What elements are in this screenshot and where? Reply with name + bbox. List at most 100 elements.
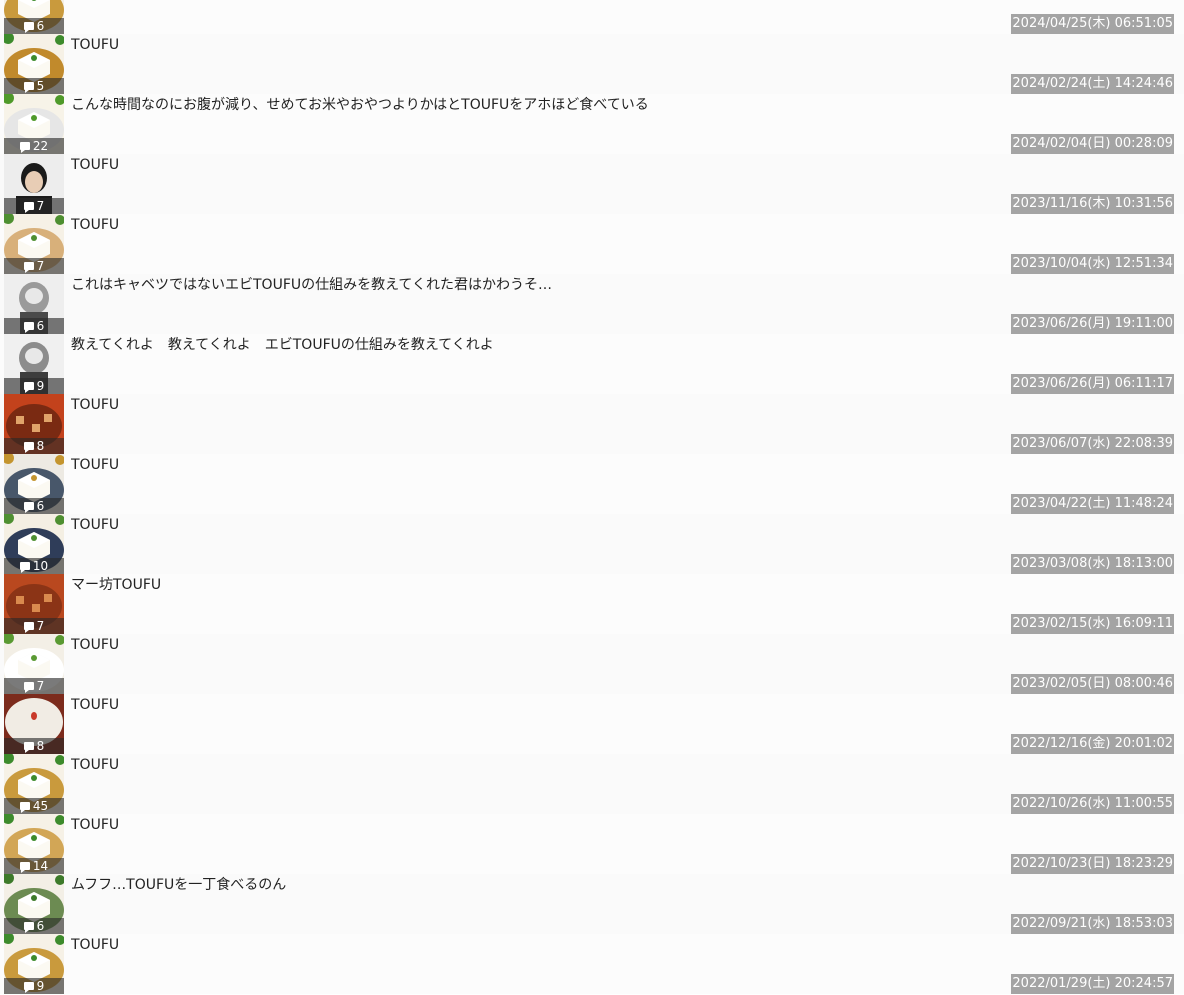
- post-date: 2023/03/08(水) 18:13:00: [1011, 554, 1174, 574]
- post-date: 2024/02/04(日) 00:28:09: [1011, 134, 1174, 154]
- post-date: 2023/10/04(水) 12:51:34: [1011, 254, 1174, 274]
- comment-icon: [23, 22, 34, 33]
- post-thumbnail[interactable]: 45: [4, 754, 64, 814]
- post-list: 6 2024/04/25(木) 06:51:05 5 TOUFU 2024/02/24(…: [0, 0, 1184, 995]
- comment-icon: [23, 442, 34, 453]
- comment-count-value: 6: [36, 499, 45, 513]
- post-thumbnail[interactable]: 6: [4, 454, 64, 514]
- post-title[interactable]: マー坊TOUFU: [71, 576, 161, 594]
- post-thumbnail[interactable]: 14: [4, 814, 64, 874]
- comment-icon: [23, 262, 34, 273]
- comment-count: 5: [4, 78, 64, 94]
- comment-icon: [19, 802, 30, 813]
- post-thumbnail[interactable]: 7: [4, 634, 64, 694]
- post-row[interactable]: 9 教えてくれよ 教えてくれよ エビTOUFUの仕組みを教えてくれよ 2023/06…: [0, 334, 1184, 394]
- post-row[interactable]: 6 ムフフ…TOUFUを一丁食べるのん 2022/09/21(水) 18:53:03: [0, 874, 1184, 934]
- comment-count-value: 7: [36, 199, 45, 213]
- comment-count-value: 10: [32, 559, 49, 573]
- post-row[interactable]: 9 TOUFU 2022/01/29(土) 20:24:57: [0, 934, 1184, 994]
- post-row[interactable]: 7 TOUFU 2023/10/04(水) 12:51:34: [0, 214, 1184, 274]
- comment-count: 14: [4, 858, 64, 874]
- post-title[interactable]: これはキャベツではないエビTOUFUの仕組みを教えてくれた君はかわうそ…: [71, 276, 552, 294]
- comment-count: 9: [4, 978, 64, 994]
- post-date: 2024/02/24(土) 14:24:46: [1011, 74, 1174, 94]
- post-thumbnail[interactable]: 6: [4, 0, 64, 34]
- post-date: 2022/10/26(水) 11:00:55: [1011, 794, 1174, 814]
- post-title[interactable]: TOUFU: [71, 636, 119, 654]
- post-thumbnail[interactable]: 8: [4, 394, 64, 454]
- post-title[interactable]: こんな時間なのにお腹が減り、せめてお米やおやつよりかはとTOUFUをアホほど食べ…: [71, 96, 649, 114]
- post-row[interactable]: 22 こんな時間なのにお腹が減り、せめてお米やおやつよりかはとTOUFUをアホほど…: [0, 94, 1184, 154]
- post-row[interactable]: 6 TOUFU 2023/04/22(土) 11:48:24: [0, 454, 1184, 514]
- post-title[interactable]: TOUFU: [71, 36, 119, 54]
- post-thumbnail[interactable]: 8: [4, 694, 64, 754]
- post-title[interactable]: TOUFU: [71, 696, 119, 714]
- comment-count-value: 14: [32, 859, 49, 873]
- post-thumbnail[interactable]: 22: [4, 94, 64, 154]
- comment-count: 8: [4, 738, 64, 754]
- post-thumbnail[interactable]: 9: [4, 934, 64, 994]
- comment-count: 7: [4, 258, 64, 274]
- comment-count: 6: [4, 918, 64, 934]
- comment-count-value: 8: [36, 439, 45, 453]
- comment-icon: [23, 742, 34, 753]
- post-date: 2024/04/25(木) 06:51:05: [1011, 14, 1174, 34]
- comment-count-value: 9: [36, 979, 45, 993]
- post-row[interactable]: 5 TOUFU 2024/02/24(土) 14:24:46: [0, 34, 1184, 94]
- post-row[interactable]: 6 これはキャベツではないエビTOUFUの仕組みを教えてくれた君はかわうそ… 202…: [0, 274, 1184, 334]
- comment-count: 8: [4, 438, 64, 454]
- post-title[interactable]: ムフフ…TOUFUを一丁食べるのん: [71, 876, 286, 894]
- post-row[interactable]: 7 マー坊TOUFU 2023/02/15(水) 16:09:11: [0, 574, 1184, 634]
- comment-count: 10: [4, 558, 64, 574]
- post-thumbnail[interactable]: 6: [4, 274, 64, 334]
- post-date: 2023/11/16(木) 10:31:56: [1011, 194, 1174, 214]
- comment-count-value: 22: [32, 139, 49, 153]
- comment-count: 6: [4, 18, 64, 34]
- comment-count: 7: [4, 198, 64, 214]
- comment-count-value: 8: [36, 739, 45, 753]
- comment-icon: [23, 982, 34, 993]
- comment-count: 22: [4, 138, 64, 154]
- comment-count: 6: [4, 498, 64, 514]
- comment-icon: [23, 502, 34, 513]
- comment-count: 9: [4, 378, 64, 394]
- post-thumbnail[interactable]: 10: [4, 514, 64, 574]
- comment-icon: [23, 202, 34, 213]
- post-title[interactable]: TOUFU: [71, 456, 119, 474]
- post-row[interactable]: 6 2024/04/25(木) 06:51:05: [0, 0, 1184, 34]
- post-row[interactable]: 10 TOUFU 2023/03/08(水) 18:13:00: [0, 514, 1184, 574]
- comment-count: 6: [4, 318, 64, 334]
- comment-count-value: 7: [36, 679, 45, 693]
- post-row[interactable]: 14 TOUFU 2022/10/23(日) 18:23:29: [0, 814, 1184, 874]
- post-title[interactable]: TOUFU: [71, 936, 119, 954]
- comment-count: 7: [4, 678, 64, 694]
- post-date: 2023/06/26(月) 06:11:17: [1011, 374, 1174, 394]
- post-row[interactable]: 7 TOUFU 2023/11/16(木) 10:31:56: [0, 154, 1184, 214]
- post-thumbnail[interactable]: 7: [4, 214, 64, 274]
- post-thumbnail[interactable]: 5: [4, 34, 64, 94]
- post-title[interactable]: TOUFU: [71, 156, 119, 174]
- post-title[interactable]: TOUFU: [71, 756, 119, 774]
- post-title[interactable]: TOUFU: [71, 396, 119, 414]
- post-date: 2022/12/16(金) 20:01:02: [1011, 734, 1174, 754]
- post-title[interactable]: TOUFU: [71, 216, 119, 234]
- comment-count-value: 7: [36, 619, 45, 633]
- post-row[interactable]: 7 TOUFU 2023/02/05(日) 08:00:46: [0, 634, 1184, 694]
- post-thumbnail[interactable]: 9: [4, 334, 64, 394]
- comment-icon: [19, 862, 30, 873]
- comment-icon: [23, 382, 34, 393]
- comment-icon: [23, 322, 34, 333]
- post-thumbnail[interactable]: 7: [4, 154, 64, 214]
- post-date: 2023/04/22(土) 11:48:24: [1011, 494, 1174, 514]
- post-title[interactable]: TOUFU: [71, 816, 119, 834]
- post-thumbnail[interactable]: 6: [4, 874, 64, 934]
- comment-count: 45: [4, 798, 64, 814]
- post-row[interactable]: 8 TOUFU 2023/06/07(水) 22:08:39: [0, 394, 1184, 454]
- post-title[interactable]: TOUFU: [71, 516, 119, 534]
- post-title[interactable]: 教えてくれよ 教えてくれよ エビTOUFUの仕組みを教えてくれよ: [71, 336, 494, 354]
- post-row[interactable]: 45 TOUFU 2022/10/26(水) 11:00:55: [0, 754, 1184, 814]
- comment-icon: [23, 682, 34, 693]
- post-row[interactable]: 8 TOUFU 2022/12/16(金) 20:01:02: [0, 694, 1184, 754]
- post-date: 2023/02/05(日) 08:00:46: [1011, 674, 1174, 694]
- post-thumbnail[interactable]: 7: [4, 574, 64, 634]
